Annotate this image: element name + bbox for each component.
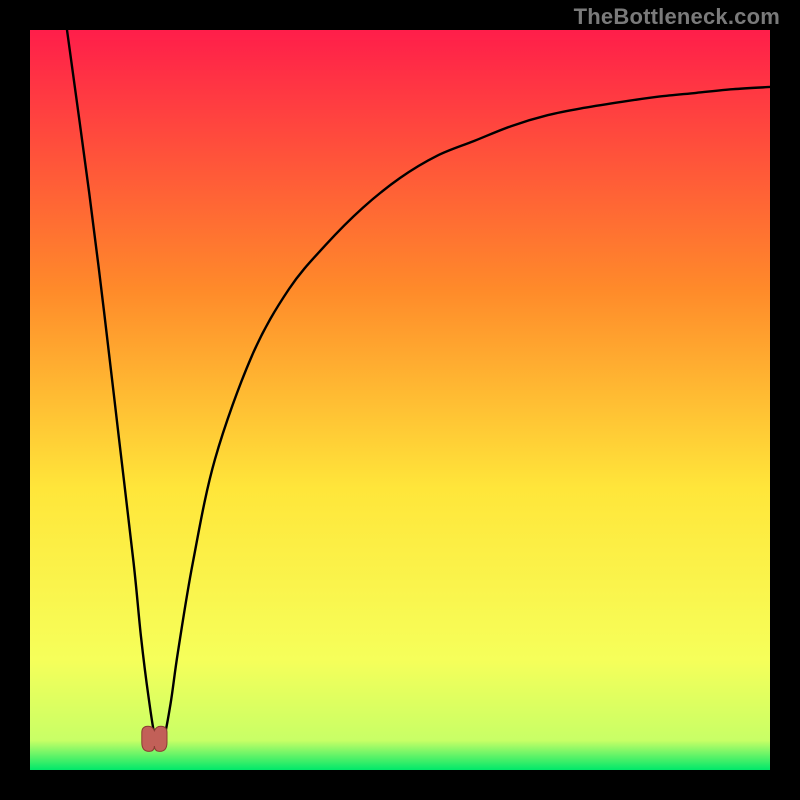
bottleneck-chart [30,30,770,770]
chart-frame: TheBottleneck.com [0,0,800,800]
minimum-marker [142,726,167,751]
plot-area [30,30,770,770]
gradient-background [30,30,770,770]
watermark-text: TheBottleneck.com [574,4,780,30]
